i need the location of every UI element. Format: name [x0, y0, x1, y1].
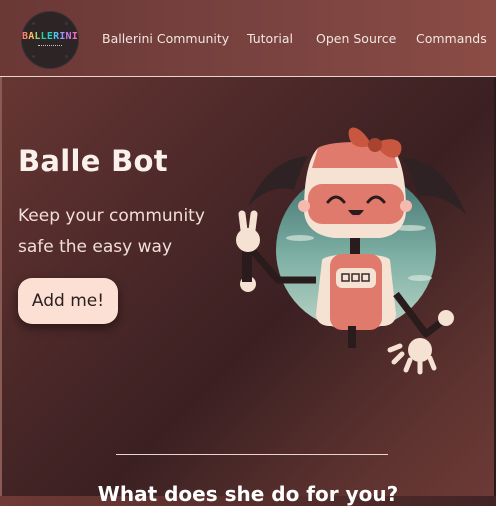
section-divider — [116, 454, 388, 455]
section-heading: What does she do for you? — [97, 482, 399, 506]
add-me-button[interactable]: Add me! — [18, 278, 118, 324]
navbar: BALLERINI Ballerini Community Tutorial O… — [0, 0, 496, 77]
nav-link-open-source[interactable]: Open Source — [316, 31, 396, 46]
hero-subtitle: Keep your community safe the easy way — [18, 206, 205, 257]
logo-text: BALLERINI — [22, 31, 78, 42]
bot-neck — [350, 238, 360, 256]
logo-dot — [32, 55, 35, 58]
nav-link-ballerini-community[interactable]: Ballerini Community — [102, 31, 229, 46]
logo-dot — [32, 22, 35, 25]
balle-bot-illustration — [236, 127, 466, 375]
ballerini-logo[interactable]: BALLERINI — [22, 12, 78, 68]
hero-title: Balle Bot — [18, 144, 168, 178]
nav-link-commands[interactable]: Commands — [416, 31, 487, 46]
logo-dot — [65, 22, 68, 25]
logo-dot — [65, 55, 68, 58]
bot-body — [316, 254, 396, 348]
nav-link-tutorial[interactable]: Tutorial — [247, 31, 293, 46]
logo-underline — [38, 45, 62, 49]
